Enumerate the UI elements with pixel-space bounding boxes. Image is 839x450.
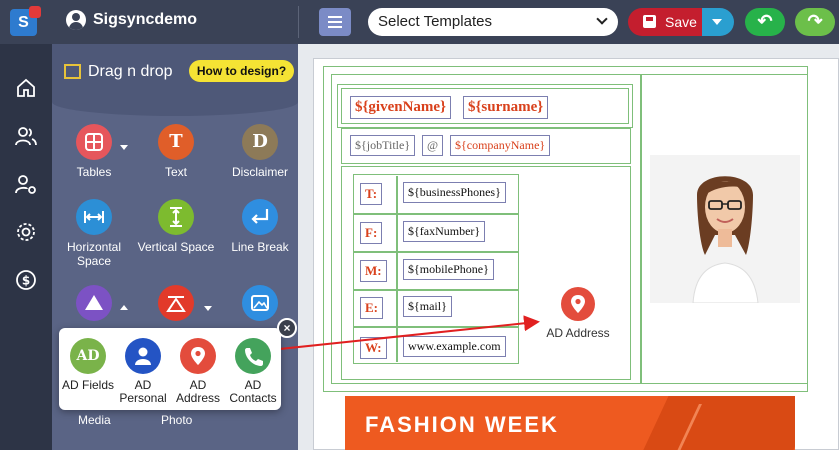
home-icon[interactable] xyxy=(15,77,37,99)
given-name-field[interactable]: ${givenName} xyxy=(350,96,451,119)
user-settings-icon[interactable] xyxy=(15,173,37,195)
tool-vertical-space[interactable]: Vertical Space xyxy=(131,199,221,254)
phone-icon xyxy=(235,338,271,374)
profile-photo[interactable] xyxy=(650,155,800,303)
popup-item-label: AD Fields xyxy=(61,378,114,392)
lock-icon xyxy=(29,6,41,18)
tool-disclaimer[interactable]: D Disclaimer xyxy=(215,124,298,179)
text-icon: T xyxy=(158,124,194,160)
ad-address-item[interactable]: AD Address xyxy=(171,338,225,405)
username[interactable]: Sigsyncdemo xyxy=(93,11,197,29)
template-select-value: Select Templates xyxy=(378,13,492,30)
image-icon xyxy=(242,285,278,321)
photo-label: Photo xyxy=(161,413,193,427)
web-label[interactable]: W: xyxy=(360,337,387,359)
template-select[interactable]: Select Templates xyxy=(368,8,618,36)
fax-label[interactable]: F: xyxy=(360,222,383,244)
left-rail: $ xyxy=(0,44,52,450)
user-avatar-icon[interactable] xyxy=(66,10,86,30)
save-button[interactable]: Save xyxy=(628,8,702,36)
company-name-field[interactable]: ${companyName} xyxy=(450,135,551,156)
ad-fields-icon: AD xyxy=(70,338,106,374)
caret-down-icon[interactable] xyxy=(204,306,212,311)
tool-label: Text xyxy=(164,165,187,179)
person-icon xyxy=(125,338,161,374)
tool-label: Disclaimer xyxy=(231,165,288,179)
floppy-disk-icon xyxy=(643,15,656,28)
save-label: Save xyxy=(665,14,697,30)
close-icon: × xyxy=(283,321,291,335)
tool-label: Tables xyxy=(76,165,112,179)
popup-item-label: AD Personal xyxy=(119,378,167,405)
tool-line-break[interactable]: Line Break xyxy=(215,199,298,254)
map-pin-icon xyxy=(180,338,216,374)
business-phones-field[interactable]: ${businessPhones} xyxy=(403,182,506,203)
tool-label: Vertical Space xyxy=(137,240,215,254)
mobile-phone-field[interactable]: ${mobilePhone} xyxy=(403,259,494,280)
gear-icon[interactable] xyxy=(15,221,37,243)
redo-button[interactable]: ↷ xyxy=(795,8,835,36)
popup-item-label: AD Address xyxy=(175,378,221,405)
panel-title: Drag n drop xyxy=(88,63,173,80)
close-popup-button[interactable]: × xyxy=(277,318,297,338)
triangle-logo-icon xyxy=(76,285,112,321)
surname-field[interactable]: ${surname} xyxy=(463,96,549,119)
mail-field[interactable]: ${mail} xyxy=(403,296,452,317)
billing-dollar-icon[interactable]: $ xyxy=(15,269,37,291)
ad-fields-item[interactable]: AD AD Fields xyxy=(61,338,115,392)
map-pin-icon[interactable] xyxy=(561,287,595,321)
tool-horizontal-space[interactable]: Horizontal Space xyxy=(52,199,139,268)
tool-label: Line Break xyxy=(231,240,289,254)
banner-text: FASHION WEEK xyxy=(365,412,559,437)
undo-icon: ↶ xyxy=(757,11,773,31)
mobile-label[interactable]: M: xyxy=(360,260,387,282)
at-separator[interactable]: @ xyxy=(422,135,444,156)
caret-up-icon[interactable] xyxy=(120,305,128,310)
ad-personal-item[interactable]: AD Personal xyxy=(116,338,170,405)
disclaimer-icon: D xyxy=(242,124,278,160)
redo-icon: ↷ xyxy=(807,11,823,31)
fashion-week-banner[interactable]: FASHION WEEK xyxy=(345,396,795,450)
horizontal-space-icon xyxy=(76,199,112,235)
app-logo[interactable]: S xyxy=(10,6,41,36)
phone-label[interactable]: T: xyxy=(360,183,383,205)
top-bar: S Sigsyncdemo Select Templates Save ↶ ↷ xyxy=(0,0,839,44)
website-field[interactable]: www.example.com xyxy=(403,336,506,357)
chevron-down-icon xyxy=(596,13,608,25)
tool-tables[interactable]: Tables xyxy=(52,124,139,179)
ad-submenu-popup: AD AD Fields AD Personal AD Address AD C… xyxy=(59,328,281,410)
banner-icon xyxy=(158,285,194,321)
ad-contacts-item[interactable]: AD Contacts xyxy=(226,338,280,405)
menu-toggle-button[interactable] xyxy=(319,8,351,36)
save-dropdown-button[interactable] xyxy=(702,8,734,36)
drag-drop-icon xyxy=(64,64,81,79)
email-label[interactable]: E: xyxy=(360,297,383,319)
caret-down-icon[interactable] xyxy=(120,145,128,150)
vertical-space-icon xyxy=(158,199,194,235)
svg-text:$: $ xyxy=(22,274,30,288)
table-icon xyxy=(76,124,112,160)
how-to-design-button[interactable]: How to design? xyxy=(189,60,294,82)
undo-button[interactable]: ↶ xyxy=(745,8,785,36)
popup-item-label: AD Contacts xyxy=(229,378,277,405)
line-break-icon xyxy=(242,199,278,235)
users-icon[interactable] xyxy=(15,125,37,147)
divider xyxy=(298,6,299,38)
hamburger-icon xyxy=(328,16,342,18)
fax-number-field[interactable]: ${faxNumber} xyxy=(403,221,486,242)
dropped-ad-address-label[interactable]: AD Address xyxy=(546,327,610,340)
tool-text[interactable]: T Text xyxy=(131,124,221,179)
job-title-field[interactable]: ${jobTitle} xyxy=(350,135,416,156)
tool-label: Horizontal Space xyxy=(66,240,122,268)
media-label: Media xyxy=(78,413,111,427)
